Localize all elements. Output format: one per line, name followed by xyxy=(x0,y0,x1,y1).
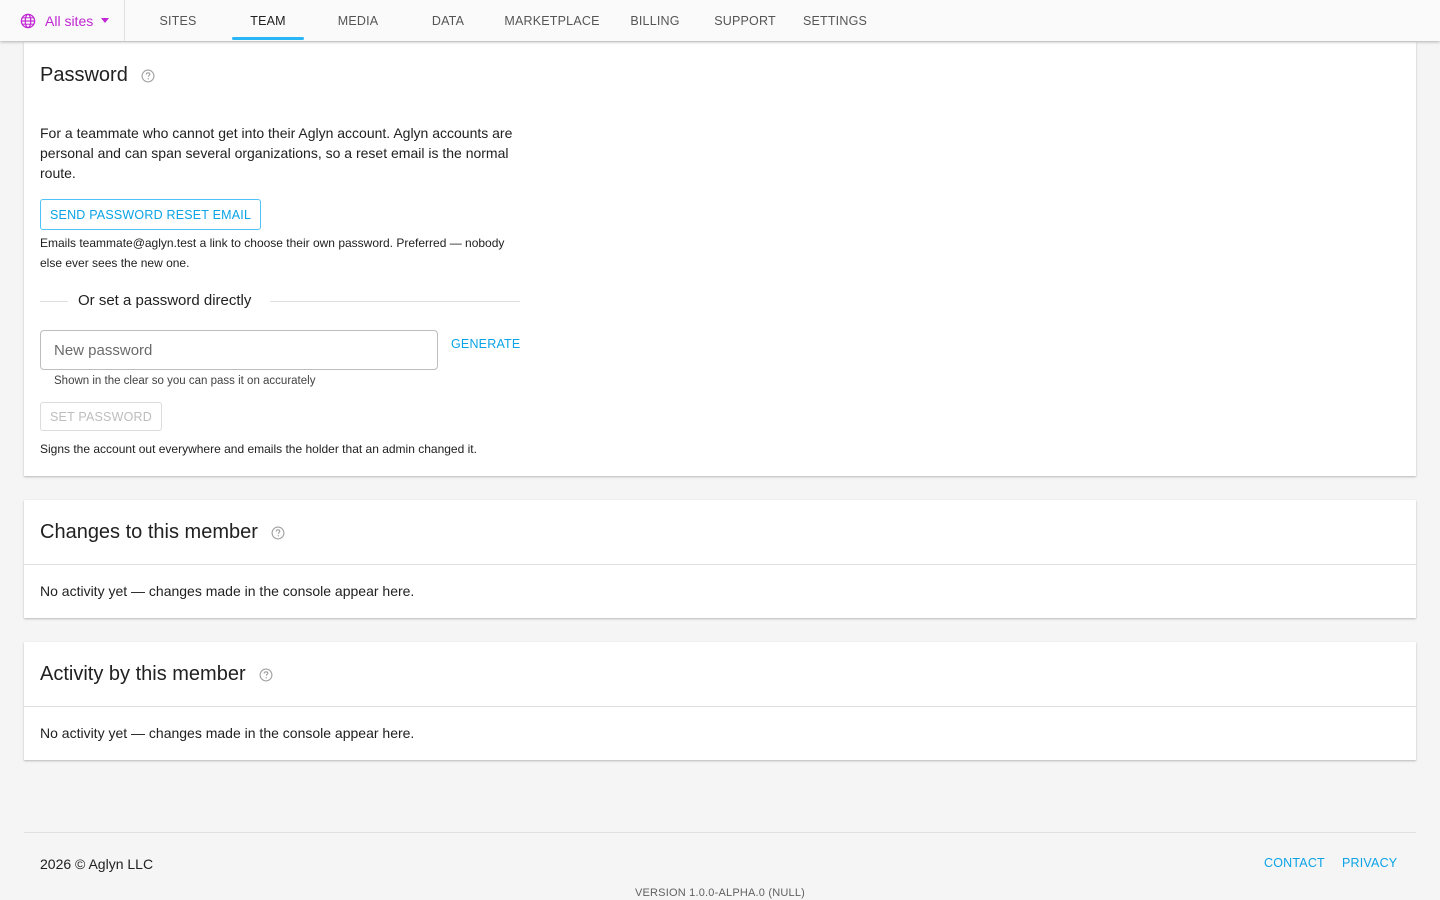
caret-down-icon xyxy=(101,18,110,23)
footer-version: VERSION 1.0.0-ALPHA.0 (NULL) xyxy=(634,887,806,899)
top-nav: All sites SITES TEAM MEDIA DATA MARKETPL… xyxy=(0,0,1440,41)
changes-card: Changes to this member No activity yet —… xyxy=(24,500,1416,618)
help-icon[interactable] xyxy=(271,526,285,540)
help-icon[interactable] xyxy=(141,69,155,83)
tab-data[interactable]: DATA xyxy=(416,0,480,41)
footer-divider xyxy=(24,832,1416,833)
set-password-button[interactable]: SET PASSWORD xyxy=(40,402,162,431)
tab-billing[interactable]: BILLING xyxy=(624,0,686,41)
send-reset-email-button[interactable]: SEND PASSWORD RESET EMAIL xyxy=(40,199,262,230)
help-icon[interactable] xyxy=(259,668,273,682)
footer-copyright: 2026 © Aglyn LLC xyxy=(40,856,154,872)
password-card: Password For a teammate who cannot get i… xyxy=(24,42,1416,476)
password-card-header: Password xyxy=(40,64,155,87)
divider-label: Or set a password directly xyxy=(78,292,252,309)
activity-card: Activity by this member No activity yet … xyxy=(24,642,1416,760)
card-divider xyxy=(24,564,1416,565)
footer-contact-link[interactable]: CONTACT xyxy=(1264,856,1325,870)
tab-marketplace[interactable]: MARKETPLACE xyxy=(502,0,602,41)
activity-empty-message: No activity yet — changes made in the co… xyxy=(40,725,415,741)
site-picker[interactable]: All sites xyxy=(0,0,125,41)
divider-right xyxy=(270,301,520,302)
generate-button[interactable]: GENERATE xyxy=(451,337,520,351)
reset-note: Emails teammate@aglyn.test a link to cho… xyxy=(40,236,505,270)
site-picker-label: All sites xyxy=(45,12,94,29)
activity-title: Activity by this member xyxy=(40,663,246,685)
footer-privacy-link[interactable]: PRIVACY xyxy=(1342,856,1397,870)
tab-sites[interactable]: SITES xyxy=(146,0,210,41)
password-title: Password xyxy=(40,64,128,86)
card-divider xyxy=(24,706,1416,707)
tab-settings[interactable]: SETTINGS xyxy=(800,0,870,41)
tab-support[interactable]: SUPPORT xyxy=(710,0,780,41)
set-note: Signs the account out everywhere and ema… xyxy=(40,442,477,456)
new-password-input[interactable] xyxy=(40,330,438,370)
changes-empty-message: No activity yet — changes made in the co… xyxy=(40,583,415,599)
divider-left xyxy=(40,301,68,302)
changes-card-header: Changes to this member xyxy=(40,521,285,544)
globe-icon xyxy=(20,13,36,28)
tab-media[interactable]: MEDIA xyxy=(326,0,390,41)
tab-team[interactable]: TEAM xyxy=(232,0,304,41)
changes-title: Changes to this member xyxy=(40,521,258,543)
activity-card-header: Activity by this member xyxy=(40,663,273,686)
password-description: For a teammate who cannot get into their… xyxy=(40,125,513,181)
password-hint: Shown in the clear so you can pass it on… xyxy=(54,375,316,387)
